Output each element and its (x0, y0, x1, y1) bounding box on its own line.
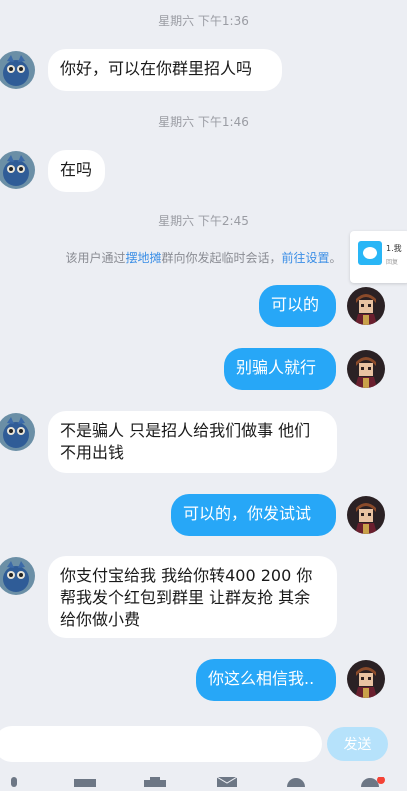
input-bar: 发送 (0, 722, 407, 768)
message-bubble-outgoing[interactable]: 你这么相信我.. (196, 659, 336, 701)
send-button[interactable]: 发送 (327, 727, 388, 761)
notice-suffix: 。 (329, 251, 342, 265)
input-toolbar (0, 768, 407, 791)
timestamp: 星期六 下午1:36 (158, 14, 249, 28)
preview-text: 1.我 (386, 244, 402, 253)
message-bubble-incoming[interactable]: 不是骗人 只是招人给我们做事 他们不用出钱 (48, 411, 337, 473)
my-avatar[interactable] (347, 496, 385, 534)
my-avatar[interactable] (347, 287, 385, 325)
message-input[interactable] (0, 726, 322, 762)
timestamp: 星期六 下午1:46 (158, 115, 249, 129)
message-bubble-incoming[interactable]: 在吗 (48, 150, 105, 192)
preview-subtext: 回复 (386, 259, 399, 266)
floating-preview-card[interactable]: 1.我 回复 (350, 231, 407, 283)
my-avatar[interactable] (347, 350, 385, 388)
notice-middle: 群向你发起临时会话， (161, 251, 282, 265)
settings-link[interactable]: 前往设置 (282, 251, 330, 265)
chat-area: 星期六 下午1:36 你好，可以在你群里招人吗 星期六 下午1:46 在吗 星期… (0, 0, 407, 722)
other-avatar[interactable] (0, 413, 35, 451)
message-bubble-outgoing[interactable]: 别骗人就行 (224, 348, 336, 390)
other-avatar[interactable] (0, 151, 35, 189)
preview-thumbnail (358, 241, 382, 265)
other-avatar[interactable] (0, 51, 35, 89)
system-notice: 该用户通过摆地摊群向你发起临时会话，前往设置。 (0, 249, 407, 266)
message-bubble-incoming[interactable]: 你好，可以在你群里招人吗 (48, 49, 282, 91)
group-link[interactable]: 摆地摊 (125, 251, 161, 265)
timestamp: 星期六 下午2:45 (158, 214, 249, 228)
my-avatar[interactable] (347, 660, 385, 698)
message-bubble-outgoing[interactable]: 可以的，你发试试 (171, 494, 336, 536)
notice-prefix: 该用户通过 (65, 251, 126, 265)
message-bubble-incoming[interactable]: 你支付宝给我 我给你转400 200 你帮我发个红包到群里 让群友抢 其余给你做… (48, 556, 337, 638)
other-avatar[interactable] (0, 557, 35, 595)
message-bubble-outgoing[interactable]: 可以的 (259, 285, 336, 327)
